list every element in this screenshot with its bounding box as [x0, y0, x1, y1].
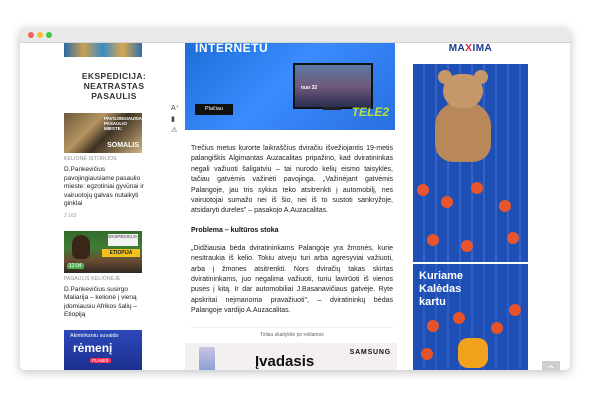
maxima-logo[interactable]: MAXIMA: [413, 43, 528, 57]
maxima-logo-part1: MA: [448, 43, 466, 54]
maxima-logo-part2: IMA: [472, 43, 493, 54]
show-logo: EKSPEDICIJA: [108, 233, 138, 246]
article-paragraph: „Didžiausia bėda dviratininkams Palangoj…: [191, 244, 393, 315]
tv-stand: [323, 107, 341, 110]
article-column: INTERNETU nuo 32 Plačiau TELE2 Trečius m…: [185, 43, 397, 370]
top-thumbnail[interactable]: [64, 43, 142, 57]
browser-titlebar: [20, 28, 570, 43]
minimize-window-button[interactable]: [37, 32, 43, 38]
ornament: [417, 184, 429, 196]
right-sidebar: MAXIMA Kuriame Kalėdas kartu: [413, 43, 528, 370]
samsung-advertisement[interactable]: Įvadasis SAMSUNG: [185, 342, 397, 370]
samsung-ad-text: Įvadasis: [255, 352, 315, 370]
article-tools: A⁺ ▮ ⚠: [171, 103, 181, 136]
report-icon[interactable]: ⚠: [171, 125, 181, 136]
scroll-to-top-button[interactable]: ⌃: [542, 361, 560, 370]
glove-image: [458, 338, 488, 368]
video-duration-badge: 12:04: [67, 262, 84, 269]
tele2-logo: TELE2: [351, 105, 389, 119]
maximize-window-button[interactable]: [46, 32, 52, 38]
ornament: [427, 234, 439, 246]
article-thumbnail-somalia[interactable]: PAVOJINGIAUSIAME PASAULIO MIESTE: SOMALI…: [64, 113, 142, 153]
close-window-button[interactable]: [28, 32, 34, 38]
article-category[interactable]: KELIONĖ ISTORIJOS: [64, 156, 164, 162]
tele2-advertisement[interactable]: INTERNETU nuo 32 Plačiau TELE2: [185, 43, 395, 130]
ad-headline: Kuriame Kalėdas kartu: [419, 270, 464, 308]
ornament: [441, 196, 453, 208]
article-title-link[interactable]: D.Pankevičius susirgo Maliarija – kelion…: [64, 286, 146, 320]
maxima-advertisement-christmas[interactable]: Kuriame Kalėdas kartu: [413, 264, 528, 370]
article-subheading: Problema – kultūros stoka: [191, 226, 279, 234]
bookmark-icon[interactable]: ▮: [171, 114, 181, 125]
video-thumbnail-ethiopia[interactable]: EKSPEDICIJA ETIOPIJA 12:04: [64, 230, 142, 273]
ad-label: Toliau skaitykite po reklamos: [191, 326, 393, 338]
section-title: EKSPEDICIJA: NEATRASTAS PASAULIS: [81, 71, 147, 101]
browser-window: EKSPEDICIJA: NEATRASTAS PASAULIS PAVOJIN…: [20, 28, 570, 370]
page-content: EKSPEDICIJA: NEATRASTAS PASAULIS PAVOJIN…: [20, 43, 570, 370]
show-stripe: ETIOPIJA: [102, 248, 140, 257]
article-body: Trečius metus kurorte laikraščius dvirač…: [185, 144, 397, 338]
ornament: [499, 200, 511, 212]
ad-badge: PLAMIŠ: [90, 358, 111, 363]
ornament: [461, 240, 473, 252]
thumbnail-overlay-text: PAVOJINGIAUSIAME PASAULIO MIESTE:: [104, 116, 142, 131]
ad-price: nuo 32: [301, 85, 318, 91]
ornament: [507, 232, 519, 244]
left-sidebar: EKSPEDICIJA: NEATRASTAS PASAULIS PAVOJIN…: [64, 43, 164, 370]
ad-line2: rėmenį: [73, 341, 113, 355]
left-advertisement[interactable]: Akimirksniu suvaldo rėmenį PLAMIŠ: [64, 330, 142, 370]
ornament: [453, 312, 465, 324]
thumbnail-big-text: SOMALIS: [107, 142, 139, 149]
person-image: [72, 234, 90, 259]
article-meta: 2 163: [64, 212, 77, 219]
ornament: [471, 182, 483, 194]
teddy-bear-image: [435, 102, 491, 162]
ornament: [491, 322, 503, 334]
maxima-advertisement-bear[interactable]: [413, 64, 528, 262]
samsung-logo: SAMSUNG: [349, 348, 391, 356]
ad-more-button[interactable]: Plačiau: [195, 104, 233, 115]
article-category[interactable]: PASAULIS KELIONĖJE: [64, 276, 164, 282]
ad-headline: INTERNETU: [195, 43, 269, 55]
ornament: [427, 320, 439, 332]
ornament: [509, 304, 521, 316]
ornament: [421, 348, 433, 360]
article-paragraph: Trečius metus kurorte laikraščius dvirač…: [191, 145, 393, 215]
teddy-bear-head: [443, 74, 483, 108]
font-size-icon[interactable]: A⁺: [171, 103, 181, 114]
article-title-link[interactable]: D.Pankevičius pavojingiausiame pasaulio …: [64, 166, 146, 209]
phone-image: [199, 346, 215, 370]
ad-line1: Akimirksniu suvaldo: [70, 333, 119, 339]
